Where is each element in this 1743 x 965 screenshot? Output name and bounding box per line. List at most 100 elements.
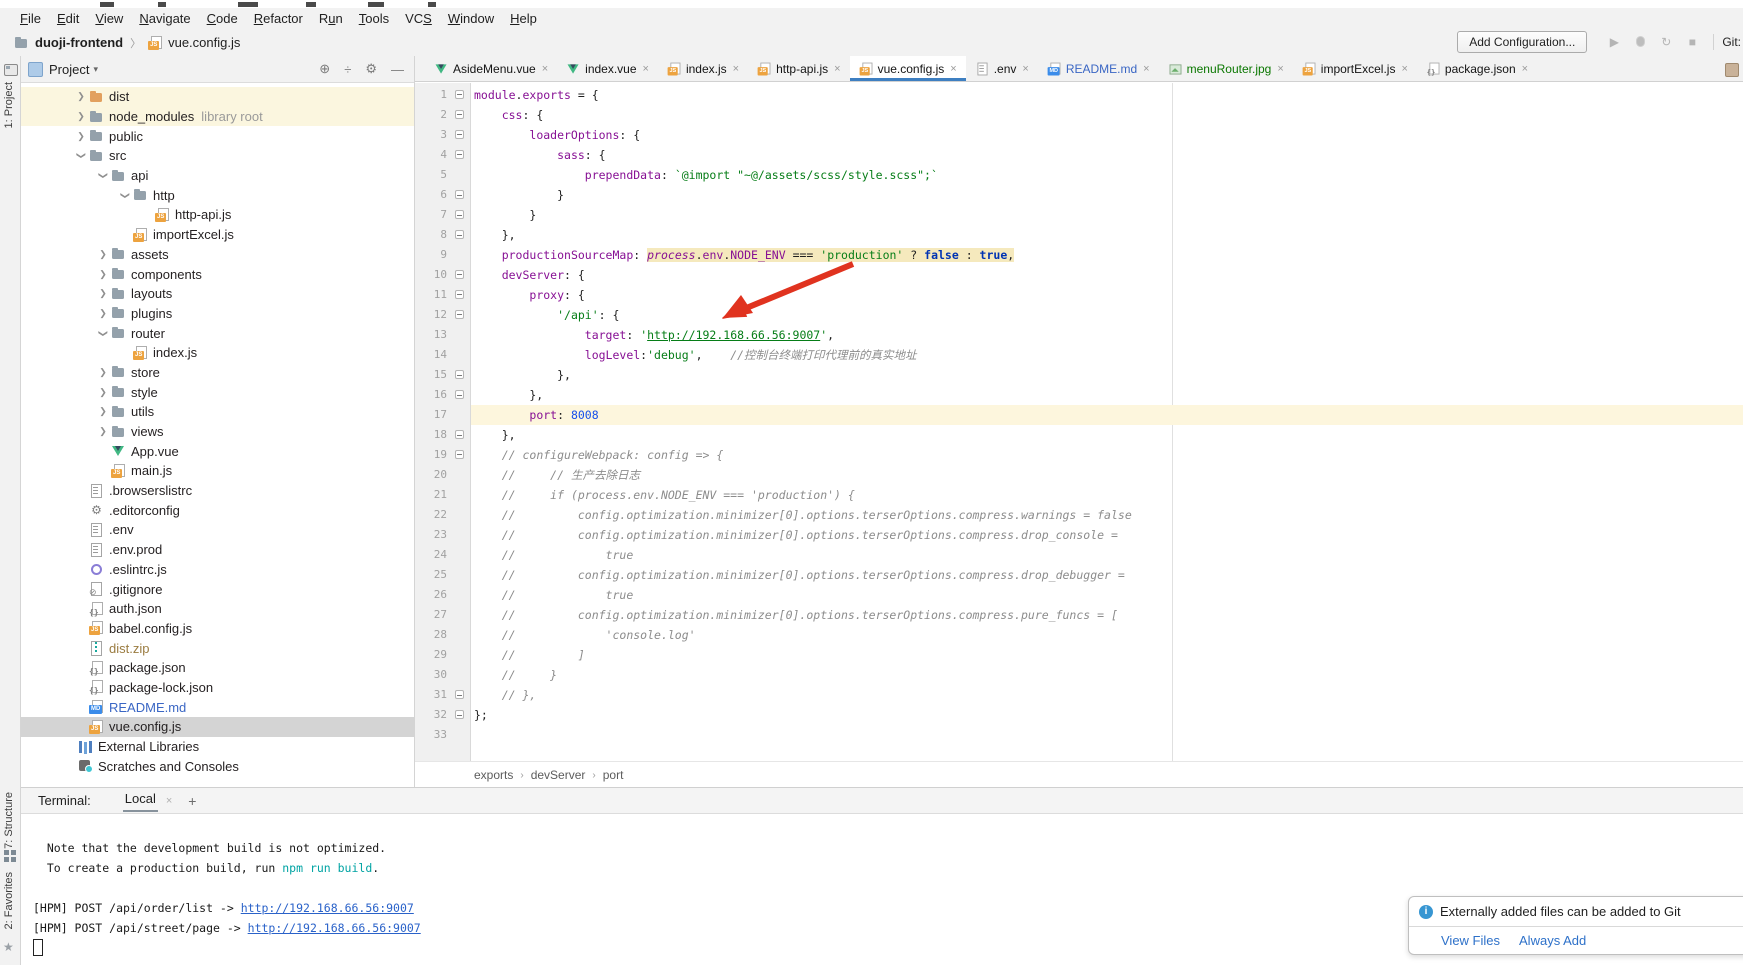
chevron-expanded-icon[interactable]: ❯ xyxy=(98,325,109,341)
tab-readme-md[interactable]: MDREADME.md× xyxy=(1038,56,1159,81)
fold-end-icon[interactable] xyxy=(455,230,464,239)
fold-end-icon[interactable] xyxy=(455,210,464,219)
tree-item-api[interactable]: ❯api xyxy=(20,166,414,186)
tree-item-layouts[interactable]: ❯layouts xyxy=(20,284,414,304)
code-line[interactable]: 13 target: 'http://192.168.66.56:9007', xyxy=(415,325,1743,345)
tree-item-store[interactable]: ❯store xyxy=(20,363,414,383)
chevron-collapsed-icon[interactable]: ❯ xyxy=(95,288,111,299)
menu-item-edit[interactable]: Edit xyxy=(49,8,87,29)
chevron-collapsed-icon[interactable]: ❯ xyxy=(95,387,111,398)
terminal-tab-local[interactable]: Local xyxy=(123,789,158,812)
tab-options-icon[interactable] xyxy=(1725,63,1739,77)
notification-action-always-add[interactable]: Always Add xyxy=(1519,933,1586,948)
tree-item-node-modules[interactable]: ❯node_moduleslibrary root xyxy=(20,107,414,127)
code-line[interactable]: 32}; xyxy=(415,705,1743,725)
terminal-link[interactable]: http://192.168.66.56:9007 xyxy=(241,901,414,915)
code-line[interactable]: 15 }, xyxy=(415,365,1743,385)
fold-end-icon[interactable] xyxy=(455,690,464,699)
menu-item-tools[interactable]: Tools xyxy=(351,8,397,29)
code-line[interactable]: 24 // true xyxy=(415,545,1743,565)
fold-start-icon[interactable] xyxy=(455,290,464,299)
tree-item-views[interactable]: ❯views xyxy=(20,422,414,442)
menu-item-code[interactable]: Code xyxy=(199,8,246,29)
code-line[interactable]: 19 // configureWebpack: config => { xyxy=(415,445,1743,465)
menu-item-window[interactable]: Window xyxy=(440,8,502,29)
stripe-project-label[interactable]: 1: Project xyxy=(3,82,15,128)
tree-item-readme-md[interactable]: MDREADME.md xyxy=(20,697,414,717)
chevron-collapsed-icon[interactable]: ❯ xyxy=(95,249,111,260)
breadcrumb-file[interactable]: vue.config.js xyxy=(168,35,240,50)
chevron-collapsed-icon[interactable]: ❯ xyxy=(95,269,111,280)
breadcrumb-project[interactable]: duoji-frontend xyxy=(35,35,123,50)
tab-close-icon[interactable]: × xyxy=(733,63,739,75)
code-line[interactable]: 23 // config.optimization.minimizer[0].o… xyxy=(415,525,1743,545)
tree-item-index-js[interactable]: JSindex.js xyxy=(20,343,414,363)
code-line[interactable]: 7 } xyxy=(415,205,1743,225)
fold-start-icon[interactable] xyxy=(455,150,464,159)
tree-item-vue-config-js[interactable]: JSvue.config.js xyxy=(20,717,414,737)
tab-close-icon[interactable]: × xyxy=(1022,63,1028,75)
tree-item-dist[interactable]: ❯dist xyxy=(20,87,414,107)
tree-item-assets[interactable]: ❯assets xyxy=(20,245,414,265)
fold-start-icon[interactable] xyxy=(455,270,464,279)
code-line[interactable]: 8 }, xyxy=(415,225,1743,245)
menu-item-view[interactable]: View xyxy=(87,8,131,29)
fold-end-icon[interactable] xyxy=(455,710,464,719)
menu-item-refactor[interactable]: Refactor xyxy=(246,8,311,29)
tab-close-icon[interactable]: × xyxy=(1522,63,1528,75)
tab-close-icon[interactable]: × xyxy=(1143,63,1149,75)
fold-start-icon[interactable] xyxy=(455,310,464,319)
code-line[interactable]: 10 devServer: { xyxy=(415,265,1743,285)
tree-item-external-libraries[interactable]: External Libraries xyxy=(20,737,414,757)
tree-item-env-prod[interactable]: .env.prod xyxy=(20,540,414,560)
fold-start-icon[interactable] xyxy=(455,130,464,139)
code-line[interactable]: 29 // ] xyxy=(415,645,1743,665)
code-line[interactable]: 20 // // 生产去除日志 xyxy=(415,465,1743,485)
code-line[interactable]: 31 // }, xyxy=(415,685,1743,705)
run-icon[interactable]: ▶ xyxy=(1607,35,1621,49)
tree-item-plugins[interactable]: ❯plugins xyxy=(20,304,414,324)
locate-file-icon[interactable]: ⊕ xyxy=(319,61,330,77)
tree-item-main-js[interactable]: JSmain.js xyxy=(20,461,414,481)
tab-close-icon[interactable]: × xyxy=(1277,63,1283,75)
tree-item-router[interactable]: ❯router xyxy=(20,323,414,343)
tree-item-eslintrc-js[interactable]: .eslintrc.js xyxy=(20,560,414,580)
code-area[interactable]: 1module.exports = {2 css: {3 loaderOptio… xyxy=(415,83,1743,762)
stop-icon[interactable]: ■ xyxy=(1685,35,1699,49)
code-line[interactable]: 12 '/api': { xyxy=(415,305,1743,325)
stripe-favorites-label[interactable]: 2: Favorites xyxy=(3,872,15,929)
code-line[interactable]: 16 }, xyxy=(415,385,1743,405)
code-line[interactable]: 33 xyxy=(415,725,1743,745)
stripe-structure-label[interactable]: 7: Structure xyxy=(3,792,15,849)
tree-item-utils[interactable]: ❯utils xyxy=(20,402,414,422)
tree-item-style[interactable]: ❯style xyxy=(20,382,414,402)
chevron-collapsed-icon[interactable]: ❯ xyxy=(95,308,111,319)
code-line[interactable]: 3 loaderOptions: { xyxy=(415,125,1743,145)
tree-item-http-api-js[interactable]: JShttp-api.js xyxy=(20,205,414,225)
code-line[interactable]: 6 } xyxy=(415,185,1743,205)
fold-start-icon[interactable] xyxy=(455,90,464,99)
editor-breadcrumb-devserver[interactable]: devServer xyxy=(531,768,586,782)
editor-breadcrumb-exports[interactable]: exports xyxy=(474,768,513,782)
tree-item-editorconfig[interactable]: ⚙.editorconfig xyxy=(20,500,414,520)
tree-item-src[interactable]: ❯src xyxy=(20,146,414,166)
chevron-expanded-icon[interactable]: ❯ xyxy=(120,187,131,203)
tab-env[interactable]: .env× xyxy=(966,56,1038,81)
chevron-collapsed-icon[interactable]: ❯ xyxy=(95,426,111,437)
tree-item-http[interactable]: ❯http xyxy=(20,185,414,205)
collapse-all-icon[interactable]: ÷ xyxy=(344,62,351,77)
tab-vue-config-js[interactable]: JSvue.config.js× xyxy=(850,56,966,81)
tab-close-icon[interactable]: × xyxy=(1401,63,1407,75)
tab-close-icon[interactable]: × xyxy=(542,63,548,75)
fold-start-icon[interactable] xyxy=(455,450,464,459)
fold-start-icon[interactable] xyxy=(455,110,464,119)
tab-importexcel-js[interactable]: JSimportExcel.js× xyxy=(1293,56,1417,81)
git-branch-label[interactable]: Git: xyxy=(1722,35,1741,49)
tree-item-gitignore[interactable]: .gitignore xyxy=(20,579,414,599)
tree-item-env[interactable]: .env xyxy=(20,520,414,540)
code-line[interactable]: 18 }, xyxy=(415,425,1743,445)
tab-close-icon[interactable]: × xyxy=(834,63,840,75)
code-line[interactable]: 27 // config.optimization.minimizer[0].o… xyxy=(415,605,1743,625)
notification-action-view-files[interactable]: View Files xyxy=(1441,933,1500,948)
structure-icon[interactable] xyxy=(4,850,16,862)
